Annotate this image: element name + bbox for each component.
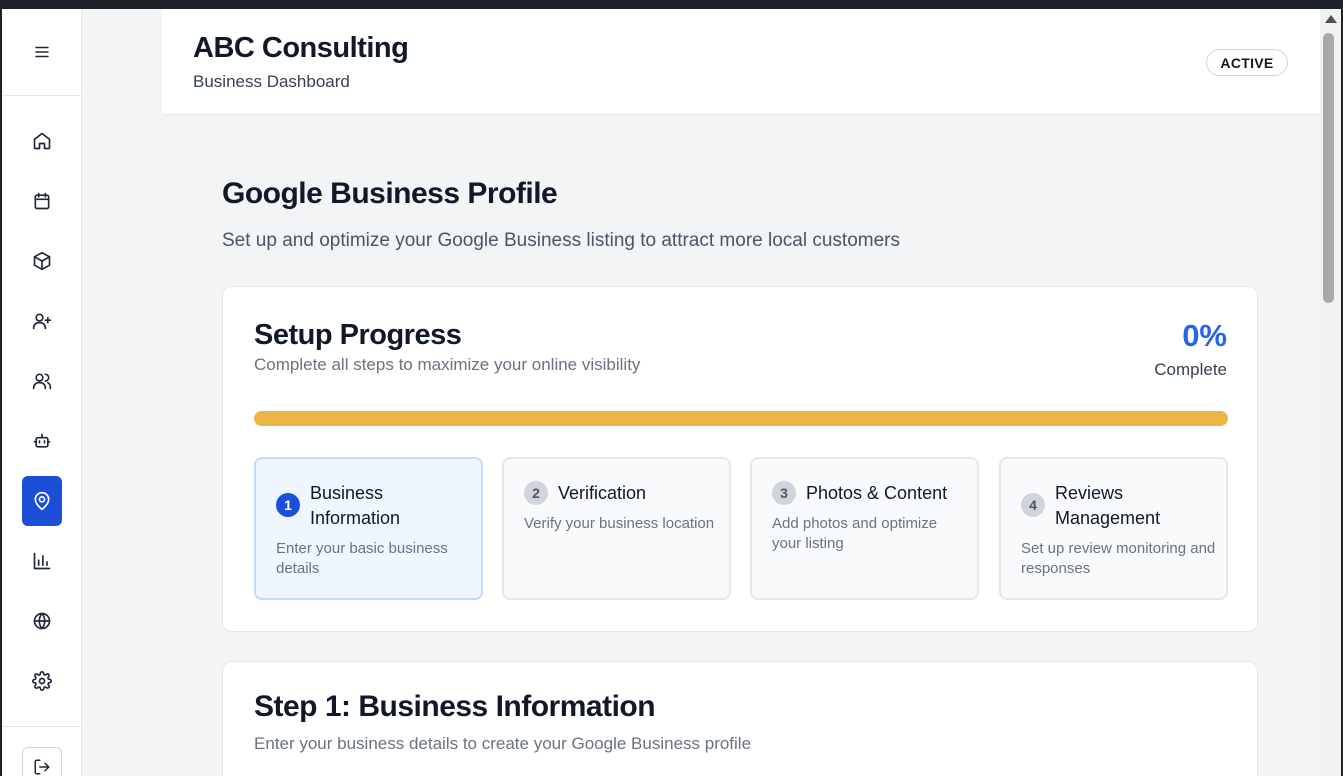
step-name: Photos & Content: [806, 483, 948, 503]
sidebar-item-home[interactable]: [22, 116, 62, 166]
company-name: ABC Consulting: [193, 32, 409, 64]
sidebar-divider: [2, 726, 82, 727]
step-tile-reviews-management[interactable]: 4 Reviews Management Set up review monit…: [999, 457, 1228, 600]
step-heading: Step 1: Business Information: [254, 690, 656, 723]
map-pin-icon: [34, 491, 50, 511]
calendar-icon: [34, 192, 50, 210]
scrollbar[interactable]: [1320, 9, 1341, 776]
step-description: Set up review monitoring and responses: [1021, 540, 1216, 577]
step-name: Reviews Management: [1055, 483, 1161, 528]
step-description: Verify your business location: [524, 515, 715, 532]
user-plus-icon: [32, 313, 52, 330]
progress-percent-label: Complete: [1154, 360, 1227, 379]
step-number: 4: [1021, 493, 1045, 517]
sidebar-item-add-user[interactable]: [22, 296, 62, 346]
page-description: Set up and optimize your Google Business…: [222, 230, 900, 251]
page-header: ABC Consulting Business Dashboard ACTIVE: [162, 9, 1320, 115]
logout-icon: [34, 759, 50, 775]
progress-bar: [254, 411, 1228, 426]
sidebar-item-calendar[interactable]: [22, 176, 62, 226]
step-tile-photos-content[interactable]: 3 Photos & Content Add photos and optimi…: [750, 457, 979, 600]
sidebar-item-products[interactable]: [22, 236, 62, 286]
sidebar-item-analytics[interactable]: [22, 536, 62, 586]
step-description: Enter your basic business details: [276, 540, 448, 577]
settings-icon: [32, 671, 52, 691]
sidebar-item-location[interactable]: [22, 476, 62, 526]
sidebar-header: [2, 9, 81, 96]
step-number: 3: [772, 481, 796, 505]
sidebar-item-website[interactable]: [22, 596, 62, 646]
step-form-card: Step 1: Business Information Enter your …: [222, 661, 1258, 776]
users-icon: [32, 373, 52, 390]
logout-button[interactable]: [22, 747, 62, 776]
step-description-text: Enter your business details to create yo…: [254, 734, 752, 753]
setup-progress-card: Setup Progress Complete all steps to max…: [222, 286, 1258, 632]
app-window: ABC Consulting Business Dashboard ACTIVE…: [2, 9, 1341, 776]
globe-icon: [33, 612, 51, 630]
sidebar-item-bot[interactable]: [22, 416, 62, 466]
step-name: Verification: [558, 483, 647, 503]
step-tile-business-information[interactable]: 1 Business Information Enter your basic …: [254, 457, 483, 600]
dashboard-subtitle: Business Dashboard: [193, 72, 350, 91]
step-tile-verification[interactable]: 2 Verification Verify your business loca…: [502, 457, 731, 600]
sidebar: [2, 9, 82, 776]
sidebar-item-settings[interactable]: [22, 656, 62, 706]
progress-title: Setup Progress: [254, 319, 462, 351]
step-name: Business Information: [310, 483, 401, 528]
menu-icon[interactable]: [33, 43, 51, 61]
bot-icon: [33, 433, 51, 448]
scrollbar-thumb[interactable]: [1323, 33, 1334, 303]
scroll-up-arrow-icon[interactable]: [1325, 15, 1337, 23]
sidebar-item-users[interactable]: [22, 356, 62, 406]
page-title: Google Business Profile: [222, 177, 558, 210]
home-icon: [33, 132, 51, 150]
progress-subtitle: Complete all steps to maximize your onli…: [254, 355, 641, 374]
status-badge: ACTIVE: [1206, 49, 1288, 76]
step-number: 2: [524, 481, 548, 505]
progress-percent: 0%: [1182, 318, 1227, 353]
package-icon: [33, 251, 51, 271]
step-number: 1: [276, 493, 300, 517]
step-description: Add photos and optimize your listing: [772, 515, 938, 552]
bar-chart-icon: [33, 552, 51, 570]
